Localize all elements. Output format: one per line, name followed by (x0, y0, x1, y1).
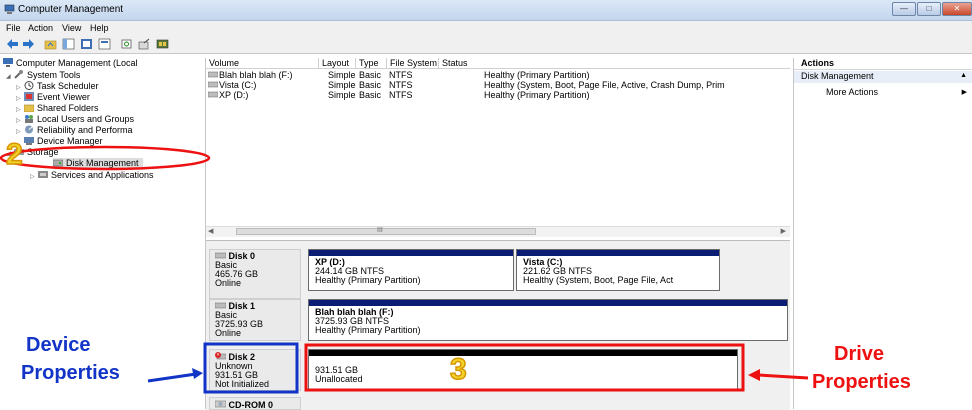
drive-label-line1: Drive (834, 343, 885, 365)
device-label-line1: Device (26, 334, 91, 356)
device-properties-box (203, 342, 299, 394)
step-number-2: 2 (5, 138, 23, 171)
drive-arrow-head (748, 369, 760, 381)
disk-management-highlight-ellipse (0, 145, 211, 171)
computer-management-window: Computer Management — □ ✕ File Action Vi… (0, 0, 972, 410)
step-number-3: 3 (449, 353, 467, 386)
drive-label-line2: Properties (812, 371, 911, 393)
annotation-overlay (0, 145, 809, 394)
device-label-line2: Properties (21, 362, 120, 384)
device-arrow-head (192, 368, 203, 379)
drive-properties-box (304, 343, 745, 392)
device-arrow (147, 372, 197, 383)
drive-arrow (757, 373, 809, 380)
